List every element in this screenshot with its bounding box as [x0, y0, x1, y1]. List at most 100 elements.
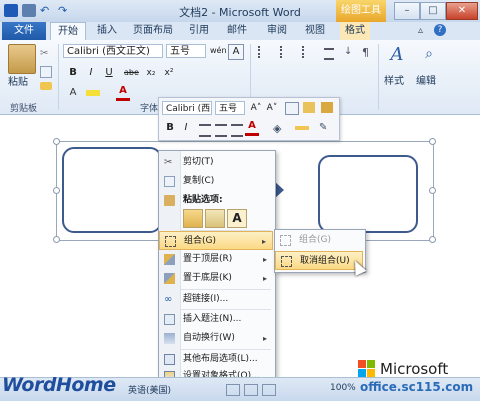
- underline-button[interactable]: U: [102, 66, 116, 80]
- windows-logo-icon: [358, 360, 376, 378]
- submenu-item-ungroup[interactable]: 取消组合(U): [275, 251, 363, 270]
- bold-button[interactable]: B: [66, 66, 80, 80]
- language-indicator[interactable]: 英语(美国): [128, 383, 171, 396]
- menu-item-text-wrapping[interactable]: 自动换行(W) ▸: [159, 329, 273, 348]
- align-right-icon[interactable]: [231, 124, 243, 137]
- pen-icon[interactable]: ✎: [319, 122, 331, 134]
- close-button[interactable]: ✕: [446, 2, 478, 20]
- rounded-rectangle-shape[interactable]: [318, 155, 418, 233]
- grow-font-button[interactable]: A˄: [249, 101, 263, 115]
- subscript-button[interactable]: x₂: [144, 66, 158, 80]
- highlight-color-icon[interactable]: [86, 90, 100, 96]
- align-center-icon[interactable]: [215, 124, 227, 137]
- submenu-arrow-icon: ▸: [262, 334, 267, 343]
- full-screen-view-icon[interactable]: [244, 384, 258, 396]
- resize-handle[interactable]: [53, 187, 60, 194]
- align-left-icon[interactable]: [199, 124, 211, 137]
- mini-styles-icon[interactable]: [303, 102, 315, 113]
- enclose-char-button[interactable]: A: [228, 44, 244, 60]
- tab-review[interactable]: 审阅: [262, 22, 292, 40]
- strikethrough-button[interactable]: abe: [124, 66, 139, 80]
- superscript-button[interactable]: x²: [162, 66, 176, 80]
- mini-font-size-combo[interactable]: 五号: [215, 101, 245, 115]
- resize-handle[interactable]: [53, 236, 60, 243]
- resize-handle[interactable]: [53, 138, 60, 145]
- styles-button-label[interactable]: 样式: [384, 72, 404, 87]
- menu-item-bring-to-front[interactable]: 置于顶层(R) ▸: [159, 250, 273, 269]
- menu-item-label: 置于底层(K): [183, 273, 232, 283]
- text-effects-icon[interactable]: A: [66, 86, 80, 100]
- tab-page-layout[interactable]: 页面布局: [130, 22, 176, 40]
- menu-item-group[interactable]: 组合(G) ▸: [159, 231, 273, 250]
- mini-font-color-button[interactable]: A: [245, 119, 259, 136]
- group-icon: [165, 236, 176, 247]
- cut-icon[interactable]: ✂: [40, 48, 52, 59]
- quick-styles-icon[interactable]: A: [386, 44, 408, 68]
- paste-text-only-button[interactable]: A: [227, 209, 247, 228]
- fill-bucket-icon[interactable]: ◈: [273, 122, 285, 135]
- tab-mailings[interactable]: 邮件: [222, 22, 252, 40]
- submenu-item-group: 组合(G): [275, 231, 363, 250]
- paste-icon[interactable]: [8, 44, 36, 74]
- shrink-font-button[interactable]: A˅: [265, 101, 279, 115]
- zoom-level[interactable]: 100%: [330, 383, 356, 393]
- mini-bold-button[interactable]: B: [163, 121, 177, 135]
- help-icon[interactable]: ?: [434, 24, 446, 36]
- clipboard-group-label: 剪贴板: [10, 104, 38, 114]
- menu-item-insert-caption[interactable]: 插入题注(N)...: [159, 310, 273, 329]
- tab-view[interactable]: 视图: [300, 22, 330, 40]
- mini-italic-button[interactable]: I: [179, 121, 193, 135]
- menu-item-copy[interactable]: 复制(C): [159, 172, 273, 191]
- mini-format-painter-icon[interactable]: [285, 102, 299, 115]
- resize-handle[interactable]: [429, 187, 436, 194]
- binoculars-icon[interactable]: ⌕: [420, 46, 438, 64]
- menu-item-label: 自动换行(W): [183, 333, 235, 343]
- mini-toolbar: Calibri (西 五号 A˄ A˅ B I A ◈ ✎: [158, 97, 340, 141]
- numbering-icon[interactable]: [280, 46, 296, 58]
- wrap-icon: [164, 333, 175, 344]
- outline-color-icon[interactable]: [295, 126, 309, 130]
- tab-home[interactable]: 开始: [50, 22, 86, 41]
- tab-references[interactable]: 引用: [184, 22, 214, 40]
- print-layout-view-icon[interactable]: [226, 384, 240, 396]
- menu-item-label: 取消组合(U): [300, 256, 350, 266]
- site-watermark: office.sc115.com: [360, 380, 474, 394]
- menu-item-label: 超链接(I)...: [183, 294, 229, 304]
- phonetic-guide-button[interactable]: wén: [210, 44, 227, 58]
- resize-handle[interactable]: [429, 138, 436, 145]
- bullets-icon[interactable]: [258, 46, 274, 58]
- ribbon-divider: [58, 44, 59, 110]
- menu-item-label: 组合(G): [299, 235, 331, 245]
- copy-icon[interactable]: [40, 66, 52, 78]
- italic-button[interactable]: I: [84, 66, 98, 80]
- tab-file[interactable]: 文件: [2, 22, 46, 40]
- menu-item-cut[interactable]: ✂ 剪切(T): [159, 153, 273, 172]
- menu-item-hyperlink[interactable]: ∞ 超链接(I)...: [159, 290, 273, 309]
- multilevel-list-icon[interactable]: [302, 46, 318, 58]
- resize-handle[interactable]: [429, 236, 436, 243]
- ribbon-minimize-icon[interactable]: ▵: [418, 25, 423, 36]
- mini-shape-fill-icon[interactable]: [321, 102, 333, 113]
- font-group-label: 字体: [140, 104, 159, 114]
- tab-format[interactable]: 格式: [340, 22, 370, 40]
- paste-keep-formatting-button[interactable]: [183, 209, 203, 228]
- submenu-arrow-icon: ▸: [261, 237, 266, 246]
- tab-insert[interactable]: 插入: [92, 22, 122, 40]
- menu-item-send-to-back[interactable]: 置于底层(K) ▸: [159, 269, 273, 288]
- maximize-button[interactable]: □: [420, 2, 446, 20]
- rounded-rectangle-shape[interactable]: [62, 147, 162, 233]
- submenu-arrow-icon: ▸: [262, 255, 267, 264]
- mini-font-name-combo[interactable]: Calibri (西: [162, 101, 212, 115]
- paste-merge-formatting-button[interactable]: [205, 209, 225, 228]
- font-name-combo[interactable]: Calibri (西文正文): [63, 44, 163, 58]
- edit-button-label[interactable]: 编辑: [416, 72, 436, 87]
- show-marks-icon[interactable]: ¶: [362, 46, 374, 59]
- paste-button-label[interactable]: 粘贴: [8, 73, 28, 88]
- format-painter-icon[interactable]: [40, 82, 52, 90]
- decrease-indent-icon[interactable]: [324, 48, 334, 60]
- font-color-button[interactable]: A: [116, 84, 130, 101]
- web-layout-view-icon[interactable]: [262, 384, 276, 396]
- minimize-button[interactable]: –: [394, 2, 420, 20]
- font-size-combo[interactable]: 五号: [166, 44, 206, 58]
- sort-icon[interactable]: ↓: [344, 46, 356, 58]
